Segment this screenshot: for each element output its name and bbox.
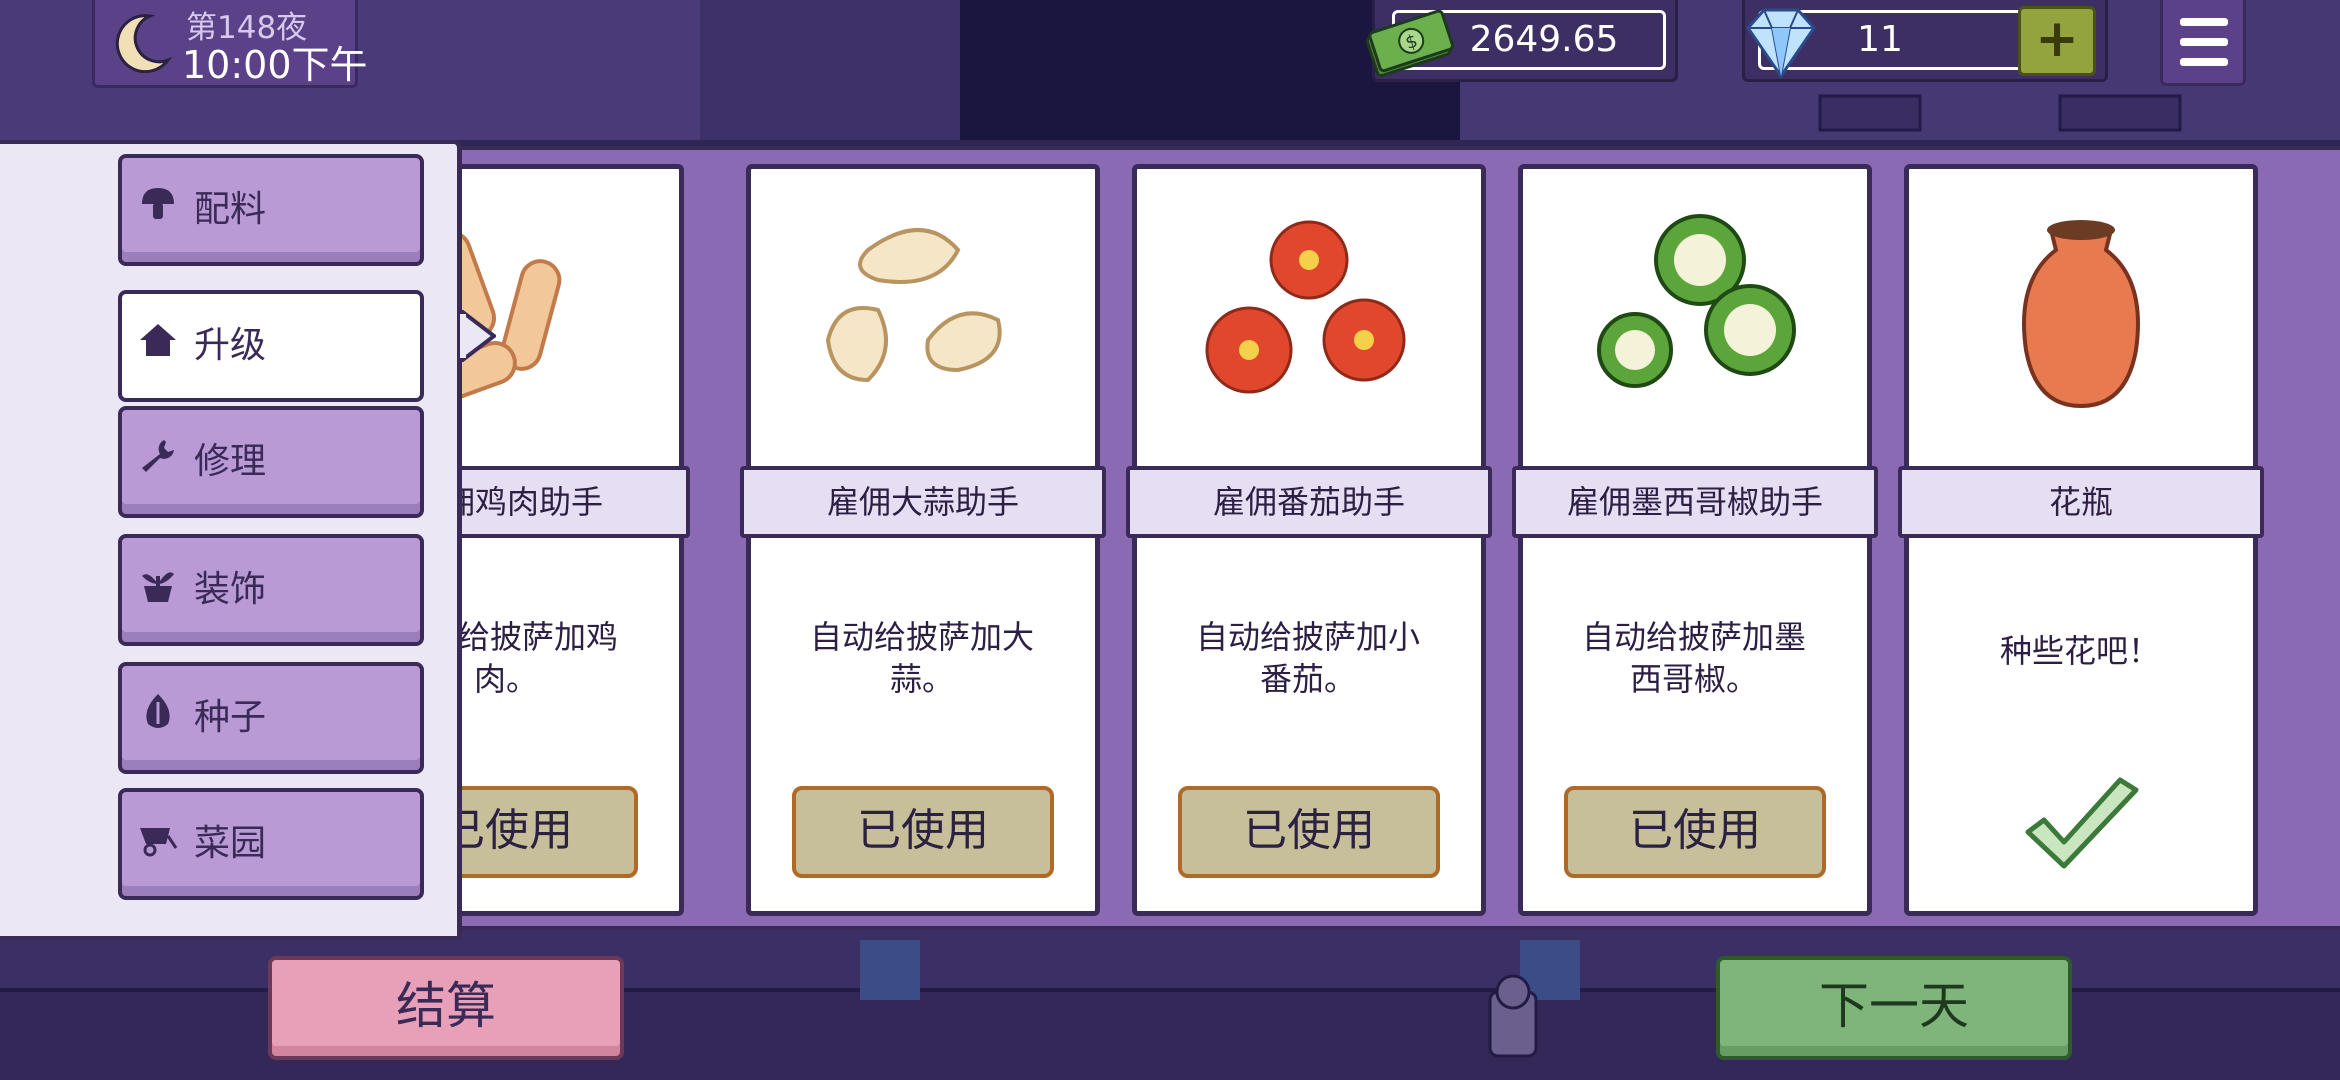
card-description: 自动给披萨加墨 西哥椒。 xyxy=(1534,616,1854,700)
jalapeno-slices-icon xyxy=(1597,214,1796,388)
card-description: 自动给披萨加小 番茄。 xyxy=(1148,616,1468,700)
plus-icon[interactable]: + xyxy=(2018,4,2096,74)
tab-label: 修理 xyxy=(194,441,267,482)
potted-plant-icon xyxy=(142,572,174,602)
used-button[interactable]: 已使用 xyxy=(792,786,1054,878)
tomato-slices-icon xyxy=(1205,220,1406,394)
used-button[interactable]: 已使用 xyxy=(1564,786,1826,878)
wrench-icon xyxy=(142,440,174,472)
tab-upgrade[interactable]: 升级 xyxy=(118,290,424,402)
tab-decoration[interactable]: 装饰 xyxy=(118,534,424,646)
mushroom-icon xyxy=(142,188,174,219)
tab-label: 装饰 xyxy=(194,569,267,610)
wheelbarrow-icon xyxy=(140,828,178,857)
card-description-line: 自动给披萨加鸡 xyxy=(462,618,618,656)
card-description: 自动给披萨加鸡 肉。 xyxy=(462,616,666,700)
card-description: 自动给披萨加大 蒜。 xyxy=(762,616,1082,700)
card-description: 种些花吧！ xyxy=(1920,630,2240,672)
card-title: 雇佣大蒜助手 xyxy=(740,466,1106,538)
vase-icon xyxy=(2022,220,2140,409)
checkmark-icon xyxy=(2025,777,2139,869)
tab-label: 升级 xyxy=(194,325,267,366)
card-title: 雇佣鸡肉助手 xyxy=(462,466,690,538)
used-button[interactable]: 已使用 xyxy=(462,786,638,878)
upgrade-cards-row[interactable]: 雇佣鸡肉助手 自动给披萨加鸡 肉。 已使用 雇佣大蒜助手 自动给披萨加大 蒜。 … xyxy=(462,146,2340,930)
tab-label: 种子 xyxy=(194,697,267,738)
card-description-line: 番茄。 xyxy=(1259,660,1356,698)
money-value: 2649.65 xyxy=(1469,19,1619,60)
card-title: 花瓶 xyxy=(1898,466,2264,538)
card-title: 雇佣番茄助手 xyxy=(1126,466,1492,538)
card-description-line: 肉。 xyxy=(473,660,538,698)
hamburger-icon[interactable] xyxy=(2180,18,2228,26)
garlic-cloves-icon xyxy=(825,228,1002,383)
house-icon xyxy=(140,324,176,356)
gem-value: 11 xyxy=(1857,19,1903,60)
card-description-line: 西哥椒。 xyxy=(1629,660,1758,698)
card-description-line: 蒜。 xyxy=(889,660,954,698)
tab-seeds[interactable]: 种子 xyxy=(118,662,424,774)
card-description-line: 种些花吧！ xyxy=(1999,632,2160,670)
card-title: 雇佣墨西哥椒助手 xyxy=(1512,466,1878,538)
tab-label: 配料 xyxy=(194,189,267,230)
tab-repair[interactable]: 修理 xyxy=(118,406,424,518)
seed-icon xyxy=(146,694,170,728)
tab-ingredients[interactable]: 配料 xyxy=(118,154,424,266)
moon-icon xyxy=(115,14,173,74)
card-description-line: 自动给披萨加大 xyxy=(809,618,1034,656)
tab-garden[interactable]: 菜园 xyxy=(118,788,424,900)
card-description-line: 自动给披萨加小 xyxy=(1195,618,1420,656)
active-tab-pointer xyxy=(460,310,496,362)
used-button[interactable]: 已使用 xyxy=(1178,786,1440,878)
next-day-button[interactable]: 下一天 xyxy=(1716,956,2072,1060)
checkout-button[interactable]: 结算 xyxy=(268,956,624,1060)
hamburger-icon-line xyxy=(2180,38,2228,46)
tab-label: 菜园 xyxy=(194,823,267,864)
card-description-line: 自动给披萨加墨 xyxy=(1581,618,1806,656)
clock-time: 10:00下午 xyxy=(182,43,368,87)
hamburger-icon-line xyxy=(2180,58,2228,66)
